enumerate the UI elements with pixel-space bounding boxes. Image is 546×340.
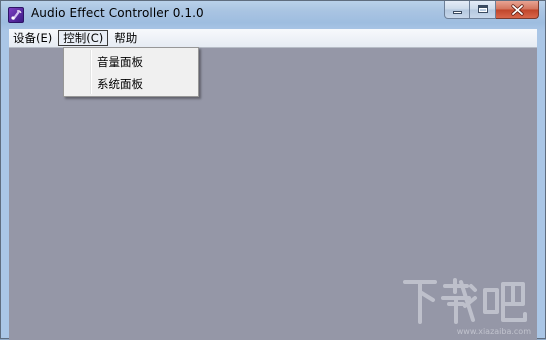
menu-control[interactable]: 控制(C)	[58, 30, 109, 46]
menu-item-volume-panel[interactable]: 音量面板	[97, 54, 143, 70]
title-bar[interactable]: Audio Effect Controller 0.1.0	[1, 1, 545, 29]
watermark-url: www.xiazaiba.com	[457, 327, 531, 336]
maximize-icon	[478, 5, 488, 13]
control-dropdown-menu: 音量面板 系统面板	[63, 47, 199, 97]
menu-help[interactable]: 帮助	[110, 30, 141, 46]
close-icon	[511, 4, 524, 16]
close-button[interactable]	[496, 1, 539, 19]
app-icon[interactable]	[8, 7, 24, 23]
watermark-logo: www.xiazaiba.com	[403, 278, 531, 336]
menu-device[interactable]: 设备(E)	[9, 30, 56, 46]
caption-buttons	[444, 1, 539, 20]
minimize-icon	[453, 11, 462, 14]
window-title: Audio Effect Controller 0.1.0	[31, 6, 204, 20]
menu-bar: 设备(E) 控制(C) 帮助	[9, 29, 537, 48]
app-window: Audio Effect Controller 0.1.0 设备(E) 控制(C…	[0, 0, 546, 340]
menu-item-system-panel[interactable]: 系统面板	[97, 76, 143, 92]
maximize-button[interactable]	[470, 1, 496, 19]
minimize-button[interactable]	[444, 1, 470, 19]
